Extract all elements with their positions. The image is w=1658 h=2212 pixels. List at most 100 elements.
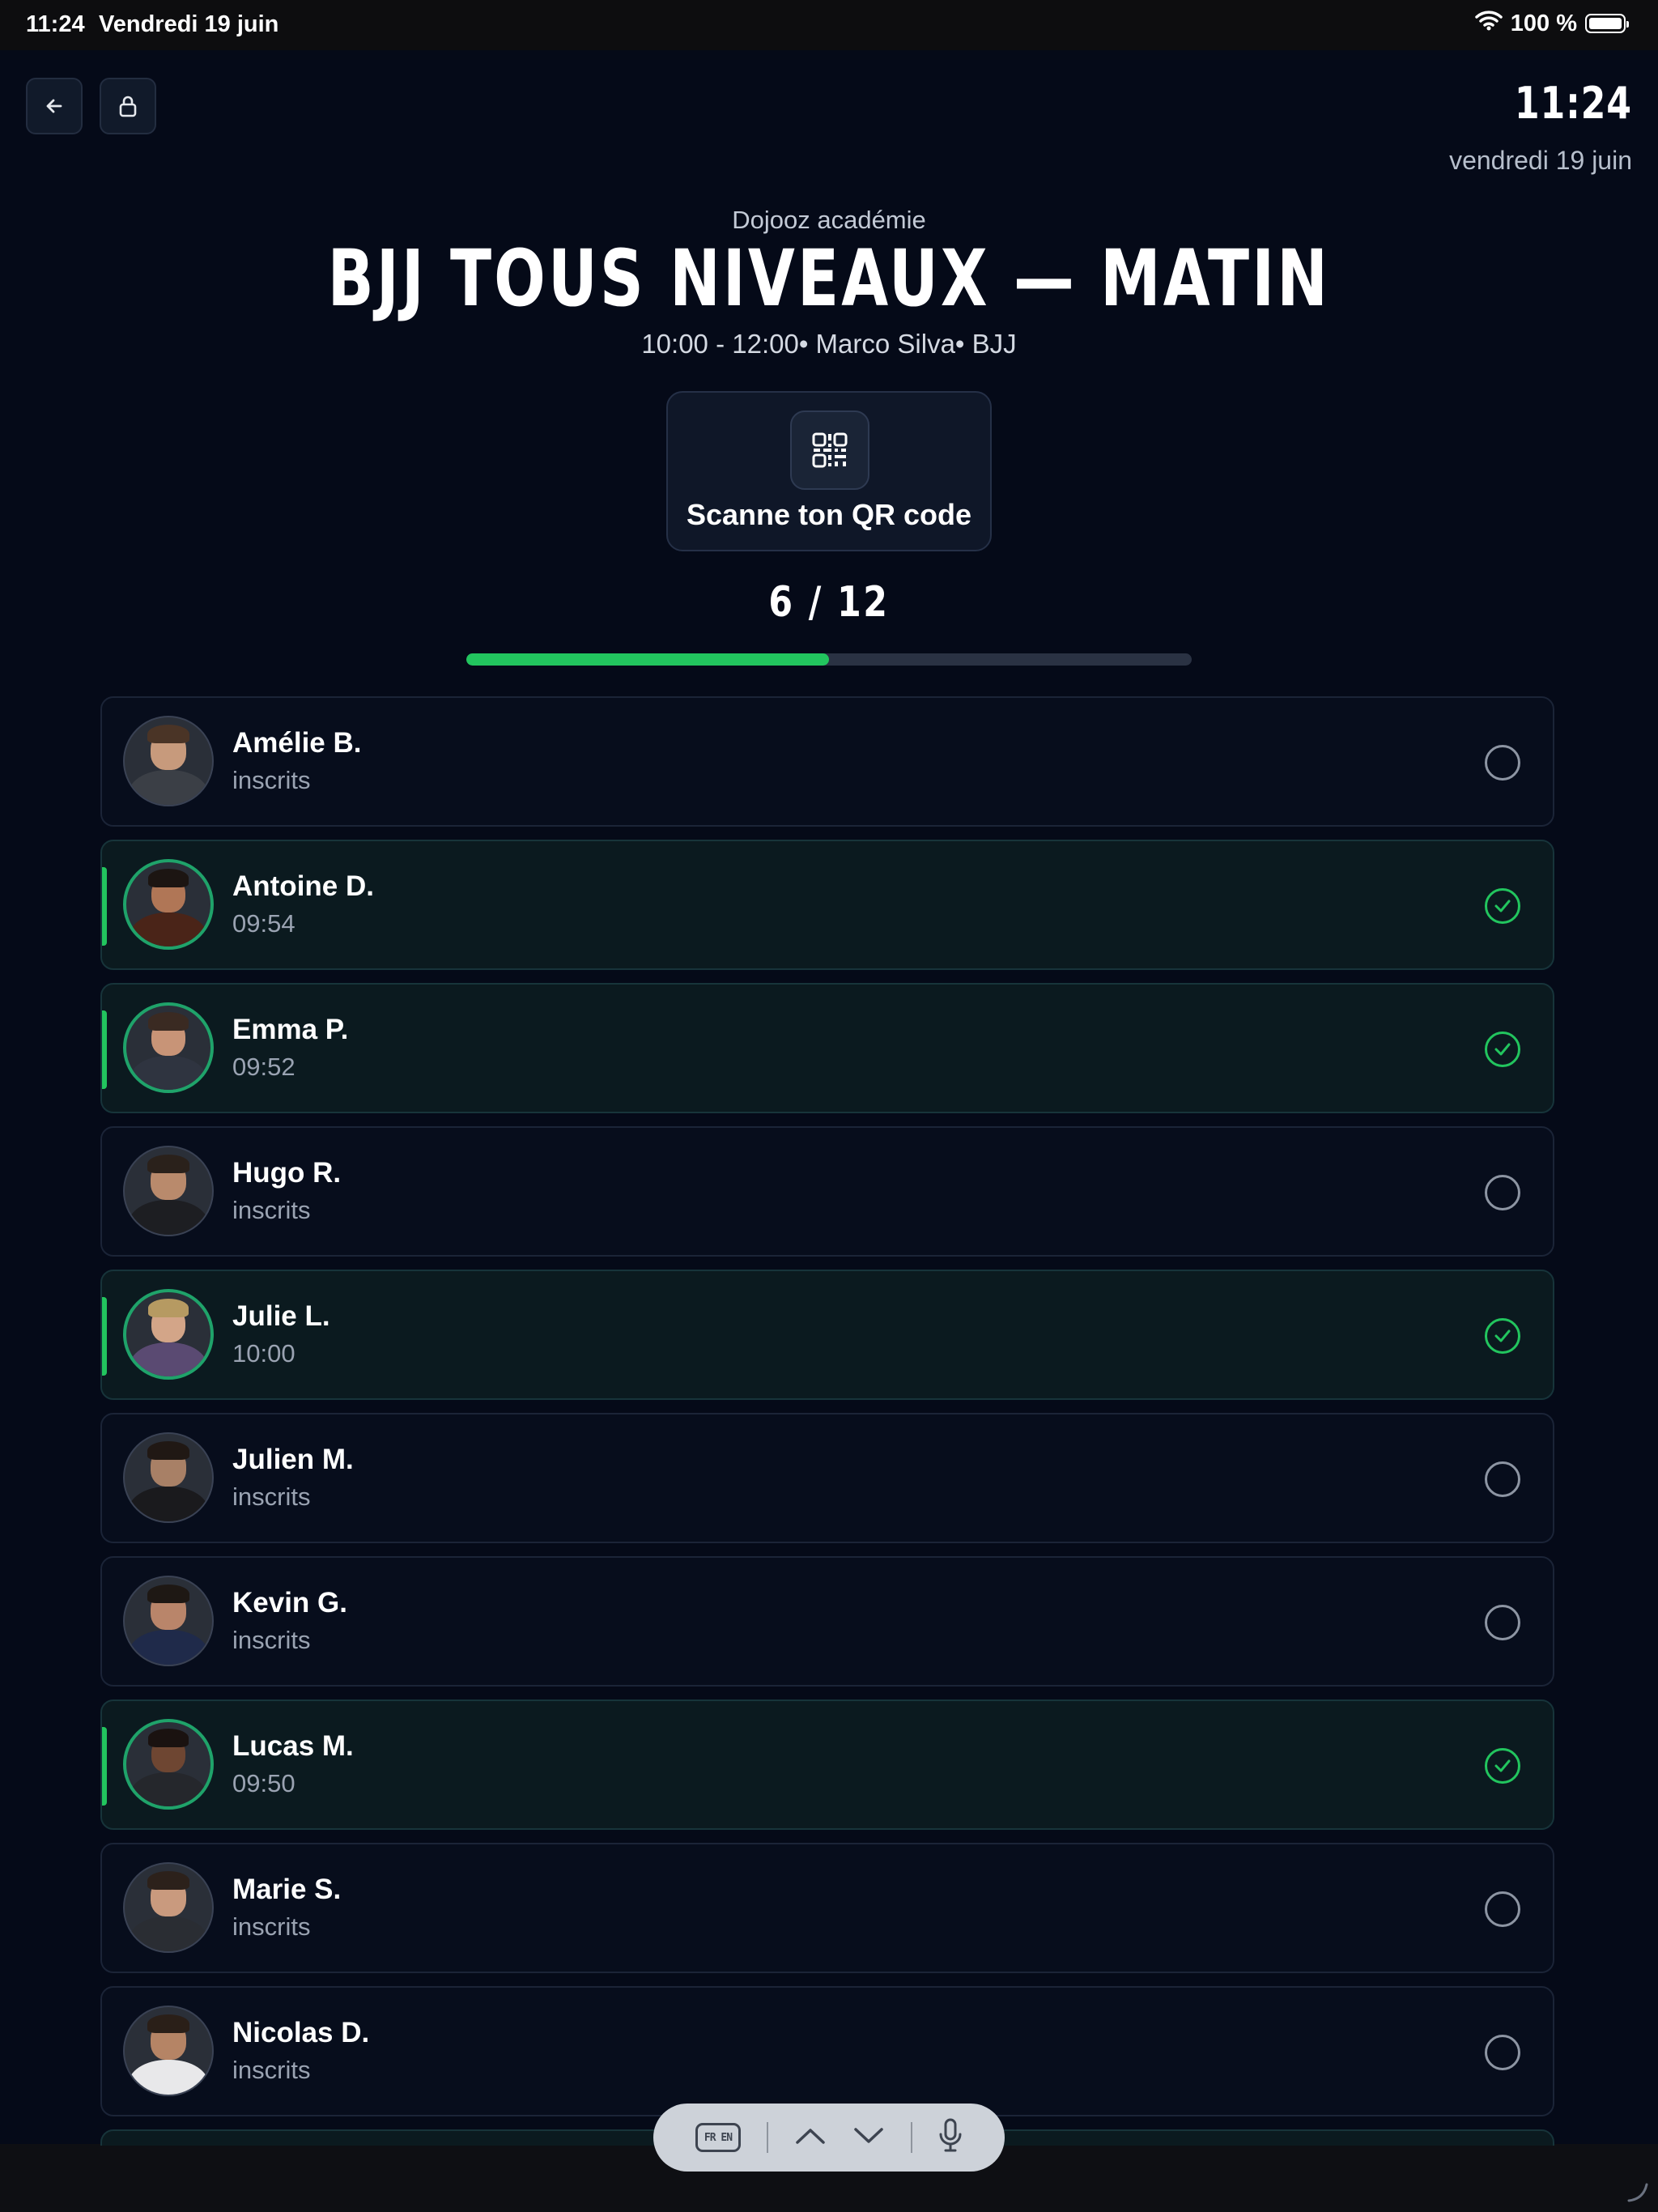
avatar-shirt — [130, 1772, 207, 1806]
avatar — [123, 716, 214, 806]
avatar-hair — [148, 869, 189, 888]
status-right: 100 % — [1475, 10, 1629, 37]
member-name: Marie S. — [232, 1874, 342, 1905]
present-indicator-bar — [102, 1010, 107, 1089]
member-status: 09:50 — [232, 1769, 295, 1797]
avatar — [123, 1002, 214, 1093]
avatar — [123, 1719, 214, 1810]
checkin-toggle[interactable] — [1485, 1891, 1520, 1927]
checkin-toggle[interactable] — [1485, 2035, 1520, 2070]
avatar-hair — [148, 1012, 189, 1032]
member-status: inscrits — [232, 1196, 311, 1224]
member-row[interactable]: Julie L. 10:00 — [100, 1270, 1554, 1400]
member-row[interactable]: Marie S. inscrits — [100, 1843, 1554, 1973]
avatar-shirt — [130, 912, 207, 946]
member-name: Julien M. — [232, 1444, 354, 1475]
member-name: Antoine D. — [232, 870, 374, 902]
avatar-shirt — [128, 1199, 209, 1235]
member-row[interactable]: Nicolas D. inscrits — [100, 1986, 1554, 2116]
scan-qr-button[interactable]: Scanne ton QR code — [666, 391, 992, 551]
check-icon — [1494, 1043, 1511, 1056]
member-row[interactable]: Julien M. inscrits — [100, 1413, 1554, 1543]
member-status: 09:54 — [232, 909, 295, 938]
battery-icon — [1585, 14, 1629, 33]
avatar-shirt — [128, 1486, 209, 1521]
member-name: Amélie B. — [232, 727, 362, 759]
battery-percent: 100 % — [1510, 10, 1577, 36]
member-status: 10:00 — [232, 1339, 295, 1368]
avatar-shirt — [128, 1629, 209, 1665]
chevron-down-icon[interactable] — [852, 2126, 885, 2150]
checkin-toggle[interactable] — [1485, 1175, 1520, 1210]
keyboard-toolbar: FR EN — [653, 2104, 1005, 2172]
avatar-shirt — [130, 1342, 207, 1376]
academy-name: Dojooz académie — [732, 206, 926, 234]
avatar — [123, 859, 214, 950]
present-indicator-bar — [102, 1297, 107, 1376]
status-bar: 11:24 Vendredi 19 juin 100 % — [0, 0, 1658, 50]
avatar-hair — [147, 1870, 189, 1891]
avatar-shirt — [128, 769, 209, 805]
avatar — [123, 1432, 214, 1523]
member-name: Emma P. — [232, 1014, 349, 1045]
member-status: inscrits — [232, 766, 311, 794]
avatar — [123, 1289, 214, 1380]
attendance-count: 6 / 12 — [768, 578, 890, 627]
member-row[interactable]: Hugo R. inscrits — [100, 1126, 1554, 1257]
attendance-count-wrap: 6 / 12 — [0, 578, 1658, 627]
checkin-toggle[interactable] — [1485, 1032, 1520, 1067]
avatar-shirt — [128, 1916, 209, 1951]
check-icon — [1494, 1329, 1511, 1342]
page-title: BJJ TOUS NIVEAUX — MATIN — [327, 233, 1331, 324]
header-clock: 11:24 — [1514, 78, 1632, 129]
checkin-toggle[interactable] — [1485, 1748, 1520, 1784]
member-row[interactable]: Kevin G. inscrits — [100, 1556, 1554, 1687]
avatar — [123, 2006, 214, 2096]
checkin-toggle[interactable] — [1485, 1605, 1520, 1640]
member-status: inscrits — [232, 1912, 311, 1941]
avatar-shirt — [128, 2059, 209, 2095]
member-name: Julie L. — [232, 1300, 330, 1332]
back-button[interactable] — [26, 78, 83, 134]
member-row[interactable]: Emma P. 09:52 — [100, 983, 1554, 1113]
checkin-toggle[interactable] — [1485, 888, 1520, 924]
checkin-toggle[interactable] — [1485, 1318, 1520, 1354]
check-icon — [1494, 1759, 1511, 1772]
lock-icon — [119, 96, 137, 117]
avatar — [123, 1146, 214, 1236]
language-switch-button[interactable]: FR EN — [695, 2123, 741, 2152]
member-list[interactable]: Amélie B. inscrits Antoine D. 09:54 Emma P. 0… — [100, 696, 1554, 2146]
member-name: Kevin G. — [232, 1587, 347, 1619]
present-indicator-bar — [102, 867, 107, 946]
toolbar-divider — [767, 2122, 768, 2153]
microphone-icon[interactable] — [938, 2118, 963, 2158]
avatar — [123, 1576, 214, 1666]
class-details: 10:00 - 12:00• Marco Silva• BJJ — [641, 329, 1017, 359]
member-status: inscrits — [232, 1482, 311, 1511]
attendance-progress-fill — [466, 653, 829, 666]
arrow-left-icon — [46, 99, 62, 113]
status-date: Vendredi 19 juin — [99, 11, 279, 37]
avatar-hair — [147, 1154, 189, 1174]
member-row[interactable]: Amélie B. inscrits — [100, 696, 1554, 827]
chevron-up-icon[interactable] — [794, 2126, 827, 2150]
check-icon — [1494, 900, 1511, 912]
wifi-icon — [1475, 10, 1503, 37]
qr-icon-box — [790, 410, 869, 490]
member-row[interactable]: Lucas M. 09:50 — [100, 1699, 1554, 1830]
checkin-toggle[interactable] — [1485, 1461, 1520, 1497]
avatar — [123, 1862, 214, 1953]
page-title-wrap: BJJ TOUS NIVEAUX — MATIN — [0, 233, 1658, 324]
resize-handle-icon[interactable] — [1626, 2180, 1650, 2204]
toolbar-divider — [911, 2122, 912, 2153]
member-row[interactable]: Antoine D. 09:54 — [100, 840, 1554, 970]
avatar-hair — [147, 1440, 189, 1461]
checkin-toggle[interactable] — [1485, 745, 1520, 781]
present-indicator-bar — [102, 1727, 107, 1806]
status-time: 11:24 — [26, 11, 85, 37]
member-name: Hugo R. — [232, 1157, 342, 1189]
header-date: vendredi 19 juin — [1449, 146, 1632, 175]
lock-button[interactable] — [100, 78, 156, 134]
avatar-shirt — [130, 1056, 207, 1090]
qr-code-icon — [812, 432, 848, 468]
